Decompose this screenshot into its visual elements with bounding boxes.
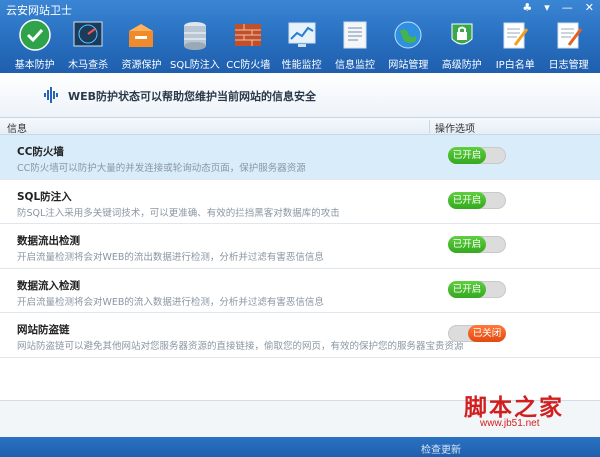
- row-description: 防SQL注入采用多关键词技术，可以更准确、有效的拦挡黑客对数据库的攻击: [17, 207, 340, 219]
- skin-icon[interactable]: ♣: [522, 1, 532, 14]
- row-description: 开启流量检测将会对WEB的流入数据进行检测，分析并过滤有害恶信信息: [17, 296, 324, 308]
- tool-trojan-scan[interactable]: 木马查杀: [61, 16, 114, 72]
- tool-ip-whitelist[interactable]: IP白名单: [489, 16, 542, 72]
- tool-performance-monitor[interactable]: 性能监控: [275, 16, 328, 72]
- monitor-chart-icon: [285, 18, 319, 52]
- tool-label: 信息监控: [335, 60, 376, 71]
- log-pen-icon: [552, 18, 586, 52]
- close-button[interactable]: ✕: [585, 1, 594, 14]
- tool-advanced-protection[interactable]: 高级防护: [435, 16, 488, 72]
- box-icon: [124, 18, 158, 52]
- table-row[interactable]: 数据流入检测 开启流量检测将会对WEB的流入数据进行检测，分析并过滤有害恶信信息…: [0, 268, 600, 313]
- tool-label: 基本防护: [14, 60, 55, 71]
- shield-check-icon: [18, 18, 52, 52]
- tool-label: 网站管理: [388, 60, 429, 71]
- row-name: 数据流出检测: [17, 235, 80, 247]
- title-toolbar-area: 云安网站卫士 ♣ ▾ — ✕ 基本防护 木马查杀 资源保护 SQL防注入 CC防…: [0, 0, 600, 73]
- status-subheader: WEB防护状态可以帮助您维护当前网站的信息安全: [0, 73, 600, 118]
- toggle-label: 已开启: [448, 147, 486, 164]
- minimize-button[interactable]: —: [562, 1, 573, 14]
- column-divider: [429, 120, 430, 133]
- toggle-label: 已关闭: [468, 325, 506, 342]
- table-row[interactable]: SQL防注入 防SQL注入采用多关键词技术，可以更准确、有效的拦挡黑客对数据库的…: [0, 179, 600, 224]
- tool-label: CC防火墙: [226, 60, 271, 71]
- status-toggle[interactable]: 已关闭: [448, 325, 506, 342]
- toggle-label: 已开启: [448, 236, 486, 253]
- toggle-label: 已开启: [448, 191, 486, 209]
- database-icon: [178, 18, 212, 52]
- tool-label: 性能监控: [281, 60, 322, 71]
- firewall-icon: [231, 18, 265, 52]
- tool-info-monitor[interactable]: 信息监控: [328, 16, 381, 72]
- column-header-actions: 操作选项: [435, 124, 475, 135]
- row-description: 开启流量检测将会对WEB的流出数据进行检测，分析并过滤有害恶信信息: [17, 252, 324, 263]
- tool-sql-injection[interactable]: SQL防注入: [168, 16, 221, 72]
- status-toggle[interactable]: 已开启: [448, 191, 506, 209]
- table-row[interactable]: 数据流出检测 开启流量检测将会对WEB的流出数据进行检测，分析并过滤有害恶信信息…: [0, 224, 600, 269]
- status-toggle[interactable]: 已开启: [448, 236, 506, 253]
- row-description: CC防火墙可以防护大量的并发连接或轮询动态页面，保护服务器资源: [17, 163, 306, 174]
- table-header: 信息 操作选项: [0, 118, 600, 135]
- watermark-logo: 脚本之家: [464, 394, 564, 421]
- lock-icon: [445, 18, 479, 52]
- row-name: 数据流入检测: [17, 279, 80, 292]
- tool-label: IP白名单: [495, 60, 535, 71]
- column-header-info: 信息: [7, 124, 27, 135]
- globe-icon: [391, 18, 425, 52]
- tool-label: 高级防护: [441, 60, 482, 71]
- status-toggle[interactable]: 已开启: [448, 280, 506, 298]
- note-pen-icon: [498, 18, 532, 52]
- protection-list: CC防火墙 CC防火墙可以防护大量的并发连接或轮询动态页面，保护服务器资源 已开…: [0, 135, 600, 400]
- tool-label: 日志管理: [548, 60, 589, 71]
- update-link[interactable]: 检查更新: [421, 441, 461, 456]
- menu-dropdown-icon[interactable]: ▾: [544, 1, 550, 14]
- main-toolbar: 基本防护 木马查杀 资源保护 SQL防注入 CC防火墙 性能监控 信息监控 网站…: [8, 16, 596, 72]
- tool-label: 资源保护: [121, 60, 162, 71]
- subheader-text: WEB防护状态可以帮助您维护当前网站的信息安全: [68, 90, 317, 103]
- tool-label: SQL防注入: [169, 60, 220, 71]
- table-row[interactable]: 网站防盗链 网站防盗链可以避免其他网站对您服务器资源的直接链接，偷取您的网页，有…: [0, 313, 600, 358]
- row-name: 网站防盗链: [17, 324, 70, 336]
- toggle-label: 已开启: [448, 280, 486, 298]
- tool-resource-protection[interactable]: 资源保护: [115, 16, 168, 72]
- radar-icon: [71, 18, 105, 52]
- watermark-url: www.jb51.net: [480, 418, 540, 429]
- row-name: CC防火墙: [17, 146, 64, 158]
- tool-basic-protection[interactable]: 基本防护: [8, 16, 61, 72]
- tool-log-management[interactable]: 日志管理: [542, 16, 595, 72]
- waveform-icon: [44, 87, 62, 106]
- document-icon: [338, 18, 372, 52]
- table-row[interactable]: CC防火墙 CC防火墙可以防护大量的并发连接或轮询动态页面，保护服务器资源 已开…: [0, 135, 600, 180]
- row-name: SQL防注入: [17, 190, 72, 203]
- status-bar: 检查更新: [0, 437, 600, 457]
- row-description: 网站防盗链可以避免其他网站对您服务器资源的直接链接，偷取您的网页，有效的保护您的…: [17, 341, 464, 352]
- tool-label: 木马查杀: [68, 60, 109, 71]
- tool-site-management[interactable]: 网站管理: [382, 16, 435, 72]
- window-controls: ♣ ▾ — ✕: [522, 1, 594, 14]
- tool-cc-firewall[interactable]: CC防火墙: [222, 16, 275, 72]
- status-toggle[interactable]: 已开启: [448, 147, 506, 164]
